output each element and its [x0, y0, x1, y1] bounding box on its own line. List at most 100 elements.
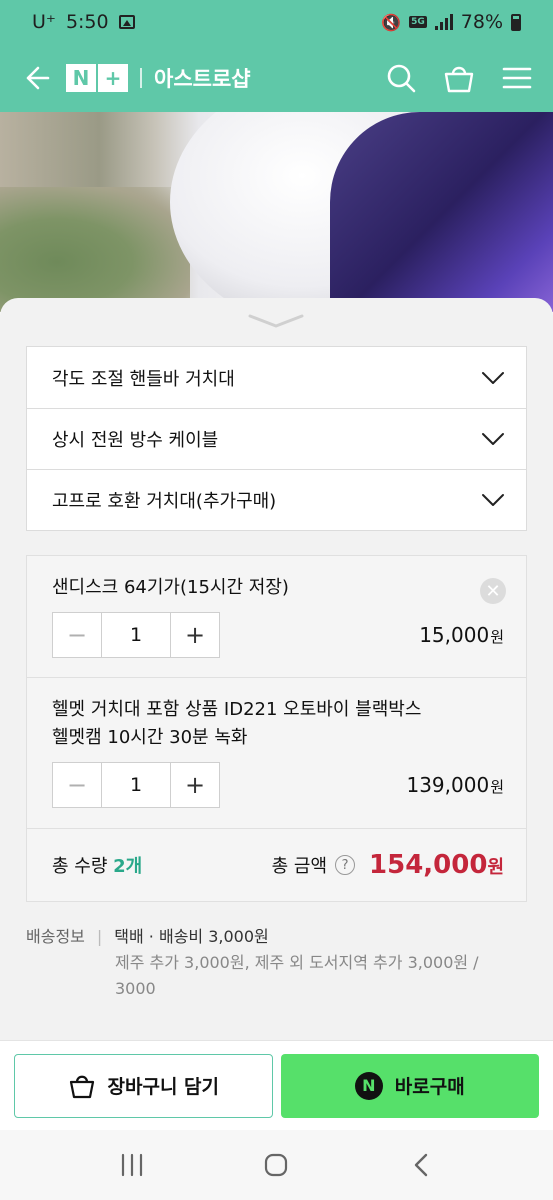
sheet-collapse-handle[interactable] [247, 312, 305, 330]
shipping-info: 배송정보 | 택배 · 배송비 3,000원 제주 추가 3,000원, 제주 … [26, 924, 527, 1002]
option-list: 각도 조절 핸들바 거치대 상시 전원 방수 케이블 고프로 호환 거치대(추가… [26, 346, 527, 531]
chevron-left-icon [414, 1153, 428, 1177]
help-icon[interactable]: ? [335, 855, 356, 875]
mute-icon: 🔇 [381, 12, 402, 32]
plus-icon: + [184, 771, 206, 799]
time-label: 5:50 [65, 11, 109, 33]
product-image-background [0, 187, 190, 312]
system-nav-bar [0, 1130, 553, 1200]
item-price: 139,000원 [406, 773, 504, 797]
selected-item-name-line2: 헬멧캠 10시간 30분 녹화 [52, 727, 248, 748]
selected-item: 헬멧 거치대 포함 상품 ID221 오토바이 블랙박스 헬멧캠 10시간 30… [27, 678, 526, 829]
total-amount-value: 154,000원 [369, 850, 504, 880]
shipping-divider: | [96, 927, 103, 946]
battery-percent: 78% [460, 11, 503, 33]
product-image-visor [330, 112, 553, 312]
minus-icon: − [66, 771, 88, 799]
status-right: 🔇 5G 78% [381, 11, 521, 33]
option-label: 고프로 호환 거치대(추가구매) [52, 491, 277, 512]
total-amount: 총 금액 ? 154,000원 [272, 850, 504, 880]
selected-items: 샌디스크 64기가(15시간 저장) ✕ − 1 + 15,000원 헬멧 거치… [26, 555, 527, 902]
logo-plus: + [98, 64, 128, 92]
quantity-value[interactable]: 1 [101, 613, 171, 657]
carrier-label: U⁺ [32, 11, 56, 33]
option-dropdown-gopro-mount[interactable]: 고프로 호환 거치대(추가구매) [27, 469, 526, 530]
gallery-notification-icon [118, 15, 135, 29]
home-button[interactable] [256, 1145, 296, 1185]
increase-button[interactable]: + [171, 613, 219, 657]
decrease-button[interactable]: − [53, 763, 101, 807]
option-dropdown-handlebar-mount[interactable]: 각도 조절 핸들바 거치대 [27, 347, 526, 408]
network-type-badge: 5G [409, 16, 427, 28]
option-dropdown-power-cable[interactable]: 상시 전원 방수 케이블 [27, 408, 526, 469]
total-quantity: 총 수량 2개 [52, 852, 142, 878]
decrease-button[interactable]: − [53, 613, 101, 657]
signal-icon [434, 14, 453, 30]
purchase-sheet: 각도 조절 핸들바 거치대 상시 전원 방수 케이블 고프로 호환 거치대(추가… [0, 298, 553, 1040]
hamburger-menu-icon [502, 67, 532, 89]
back-button[interactable] [18, 60, 54, 96]
product-image [0, 112, 553, 312]
battery-icon [511, 13, 521, 31]
shipping-fee: 택배 · 배송비 3,000원 [114, 927, 269, 946]
header-actions [383, 60, 535, 96]
search-icon [387, 64, 416, 93]
action-bar: 장바구니 담기 N 바로구매 [0, 1040, 553, 1130]
quantity-row: − 1 + 15,000원 [52, 612, 504, 658]
quantity-value[interactable]: 1 [101, 763, 171, 807]
currency-unit: 원 [490, 628, 504, 646]
search-button[interactable] [383, 60, 419, 96]
currency-unit: 원 [490, 778, 504, 796]
currency-unit: 원 [487, 857, 504, 878]
shipping-detail-line1: 제주 추가 3,000원, 제주 외 도서지역 추가 3,000원 / [115, 953, 479, 972]
arrow-left-icon [26, 66, 50, 90]
close-icon: ✕ [485, 580, 501, 602]
header-divider [140, 68, 142, 88]
quantity-stepper: − 1 + [52, 762, 220, 808]
shipping-detail-line2: 3000 [115, 979, 156, 998]
buy-now-button[interactable]: N 바로구매 [280, 1053, 539, 1118]
app-header: N + 아스트로샵 [0, 44, 553, 112]
option-label: 각도 조절 핸들바 거치대 [52, 368, 235, 390]
item-price-value: 15,000 [419, 623, 490, 647]
status-bar: U⁺ 5:50 🔇 5G 78% [0, 0, 553, 44]
selected-item-name-line1: 헬멧 거치대 포함 상품 ID221 오토바이 블랙박스 [52, 699, 422, 720]
plus-icon: + [184, 621, 206, 649]
total-amount-label: 총 금액 [271, 856, 328, 877]
option-label: 상시 전원 방수 케이블 [52, 430, 219, 451]
logo-n: N [66, 64, 96, 92]
selected-item: 샌디스크 64기가(15시간 저장) ✕ − 1 + 15,000원 [27, 556, 526, 678]
shipping-header: 배송정보 | 택배 · 배송비 3,000원 [26, 924, 527, 950]
shopping-bag-icon [444, 66, 474, 93]
system-back-button[interactable] [401, 1145, 441, 1185]
recent-apps-icon [122, 1153, 143, 1177]
naver-plus-logo[interactable]: N + [66, 63, 128, 93]
store-name[interactable]: 아스트로샵 [154, 63, 251, 93]
remove-item-button[interactable]: ✕ [480, 578, 506, 604]
cart-button[interactable] [441, 60, 477, 96]
shipping-label: 배송정보 [26, 927, 85, 946]
chevron-down-icon [482, 371, 504, 384]
home-icon [265, 1153, 288, 1177]
minus-icon: − [66, 621, 88, 649]
total-amount-number: 154,000 [369, 850, 488, 880]
add-to-cart-label: 장바구니 담기 [107, 1076, 220, 1098]
item-price-value: 139,000 [406, 773, 490, 797]
shopping-bag-icon [69, 1075, 94, 1098]
recent-apps-button[interactable] [112, 1145, 152, 1185]
quantity-stepper: − 1 + [52, 612, 220, 658]
add-to-cart-button[interactable]: 장바구니 담기 [14, 1053, 273, 1118]
total-quantity-count: 2개 [113, 856, 143, 877]
item-price: 15,000원 [419, 623, 504, 647]
chevron-down-icon [482, 433, 504, 445]
quantity-row: − 1 + 139,000원 [52, 762, 504, 808]
buy-now-label: 바로구매 [394, 1076, 465, 1098]
naver-pay-icon: N [354, 1071, 383, 1100]
chevron-down-icon [482, 494, 504, 506]
total-quantity-label: 총 수량 [52, 856, 114, 877]
increase-button[interactable]: + [171, 763, 219, 807]
total-row: 총 수량 2개 총 금액 ? 154,000원 [27, 829, 526, 901]
selected-item-name: 샌디스크 64기가(15시간 저장) [52, 577, 289, 598]
status-left: U⁺ 5:50 [32, 11, 135, 33]
menu-button[interactable] [499, 60, 535, 96]
